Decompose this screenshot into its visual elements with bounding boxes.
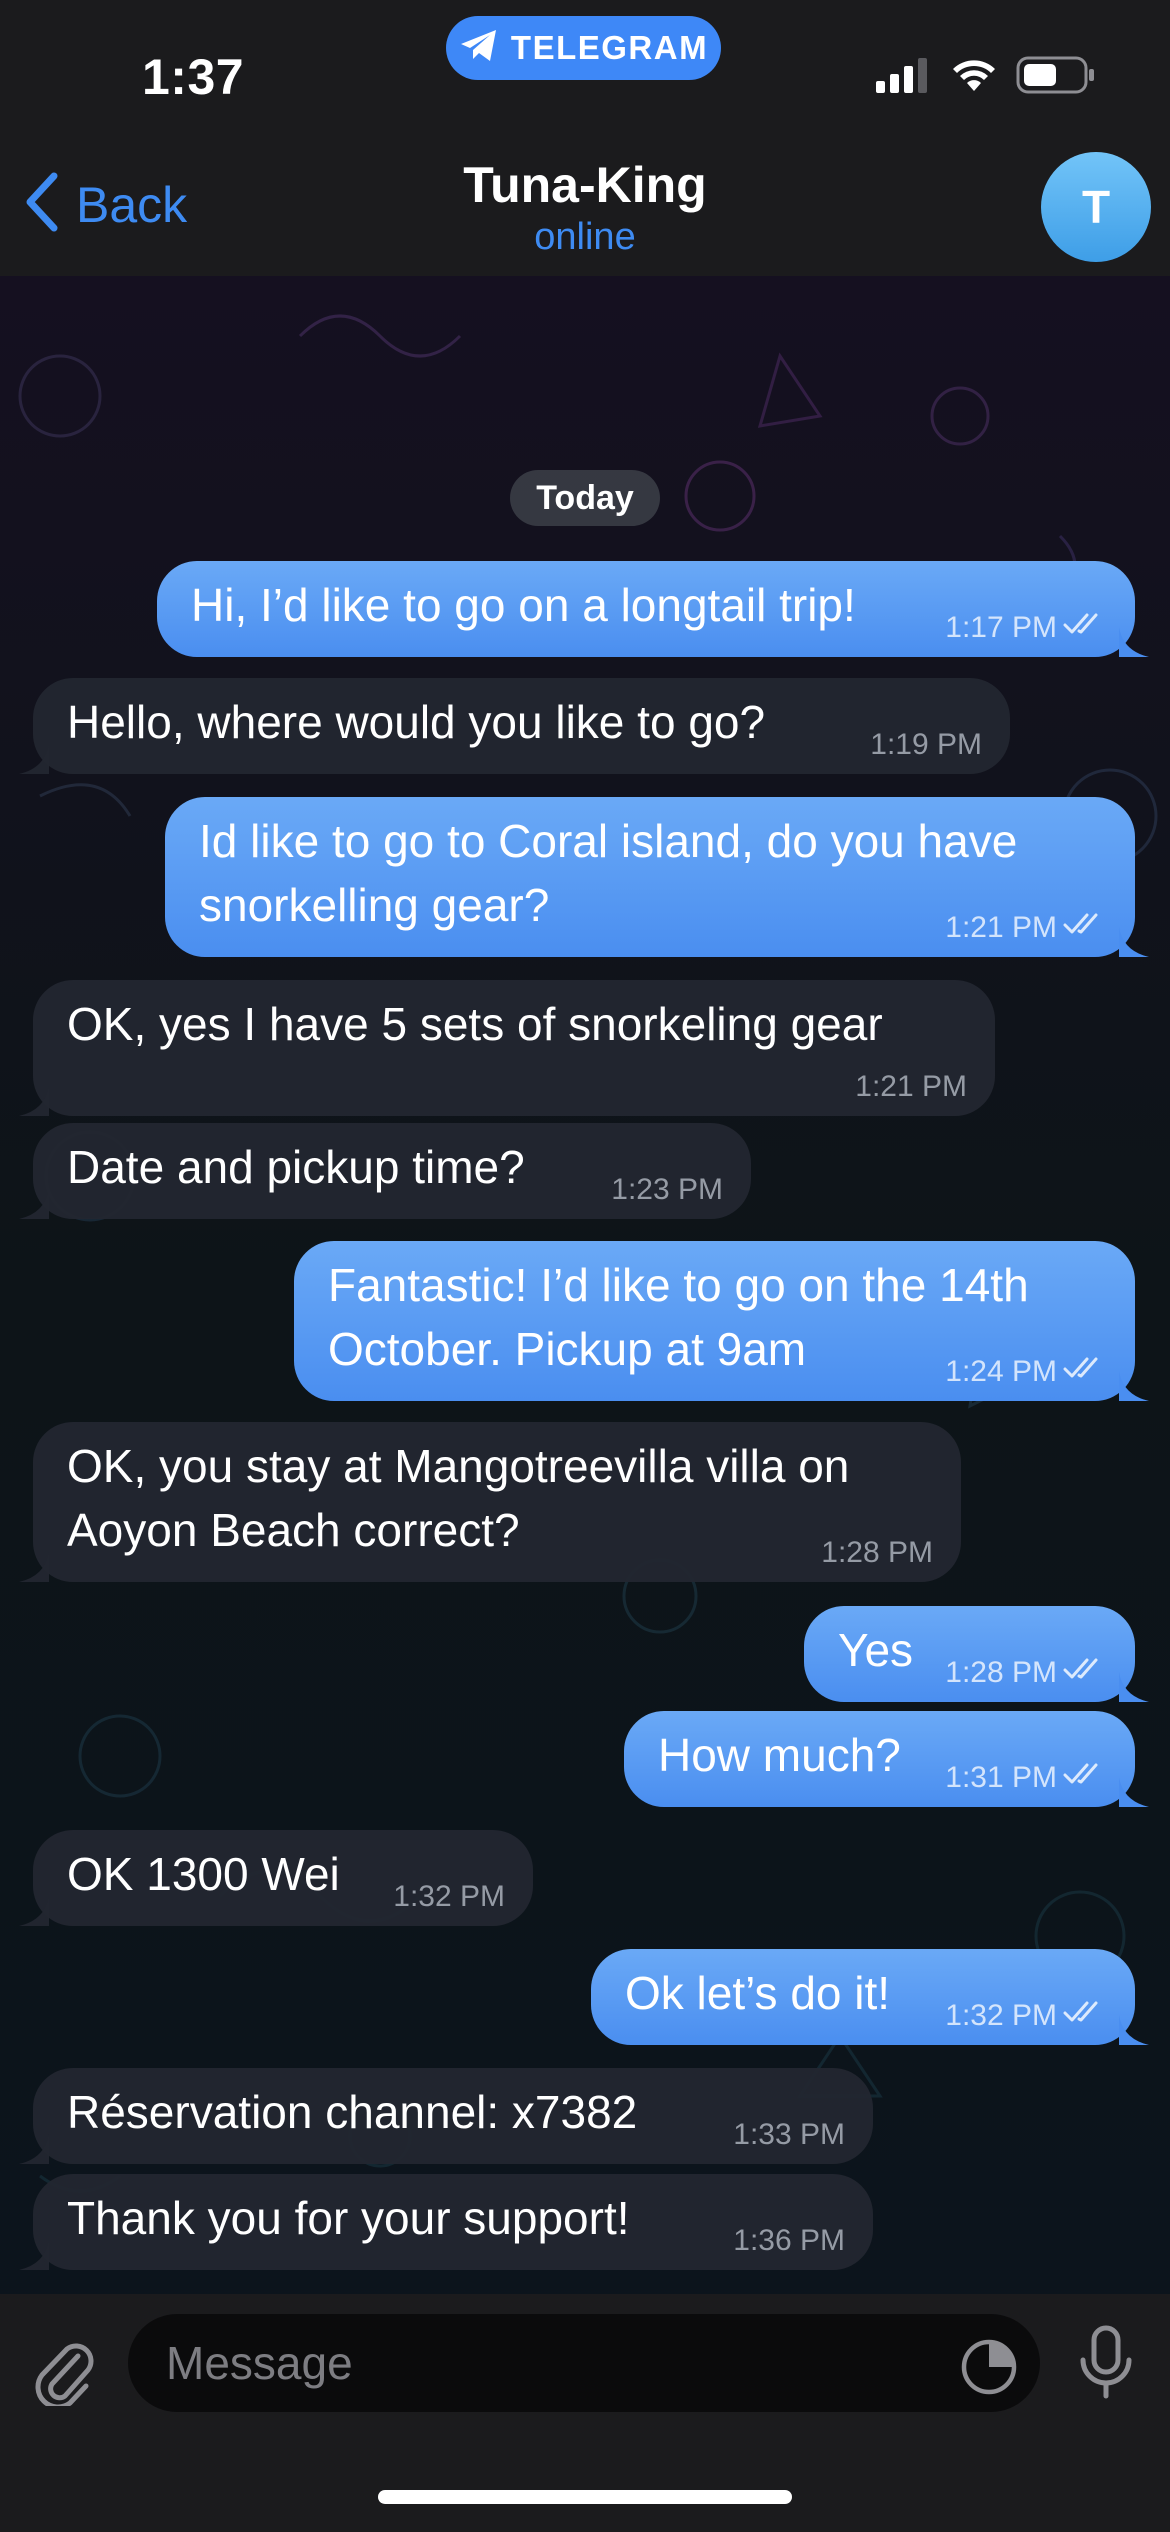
message-bubble-outgoing[interactable]: Hi, I’d like to go on a longtail trip! 1…: [157, 561, 1135, 657]
date-separator: Today: [510, 470, 660, 526]
double-check-icon: [1063, 611, 1107, 645]
battery-icon: [1016, 56, 1096, 99]
message-time: 1:24 PM: [945, 1355, 1057, 1388]
message-text: Thank you for your support!: [67, 2192, 630, 2244]
chat-title[interactable]: Tuna-King: [0, 156, 1170, 214]
message-time: 1:21 PM: [945, 911, 1057, 944]
double-check-icon: [1063, 1761, 1107, 1795]
home-indicator[interactable]: [378, 2490, 792, 2504]
message-input[interactable]: [166, 2314, 946, 2412]
double-check-icon: [1063, 1656, 1107, 1690]
message-bubble-incoming[interactable]: Thank you for your support! 1:36 PM: [33, 2174, 873, 2270]
message-time: 1:21 PM: [855, 1070, 967, 1103]
chat-area[interactable]: Today Hi, I’d like to go on a longtail t…: [0, 276, 1170, 2294]
message-bubble-incoming[interactable]: Date and pickup time? 1:23 PM: [33, 1123, 751, 1219]
double-check-icon: [1063, 1355, 1107, 1389]
chat-header: Back Tuna-King online T: [0, 140, 1170, 276]
message-time: 1:23 PM: [611, 1173, 723, 1206]
double-check-icon: [1063, 911, 1107, 945]
message-text: Hello, where would you like to go?: [67, 696, 766, 748]
avatar-initial: T: [1081, 181, 1111, 233]
message-bubble-incoming[interactable]: Hello, where would you like to go? 1:19 …: [33, 678, 1010, 774]
wifi-icon: [950, 57, 998, 98]
message-time: 1:31 PM: [945, 1761, 1057, 1794]
message-time: 1:33 PM: [733, 2118, 845, 2151]
message-time: 1:17 PM: [945, 611, 1057, 644]
message-text: OK, you stay at Mangotreevilla villa on …: [67, 1440, 850, 1556]
message-time: 1:28 PM: [945, 1656, 1057, 1689]
status-bar: 1:37 TELEGRAM: [0, 0, 1170, 140]
system-icons: [876, 56, 1096, 99]
chat-status: online: [534, 216, 636, 258]
message-time: 1:19 PM: [870, 728, 982, 761]
message-bubble-incoming[interactable]: OK 1300 Wei 1:32 PM: [33, 1830, 533, 1926]
message-bubble-outgoing[interactable]: Ok let’s do it! 1:32 PM: [591, 1949, 1135, 2045]
message-field[interactable]: [128, 2314, 1040, 2412]
paperclip-icon[interactable]: [32, 2334, 96, 2411]
message-bubble-outgoing[interactable]: Id like to go to Coral island, do you ha…: [165, 797, 1135, 957]
microphone-icon[interactable]: [1076, 2324, 1136, 2407]
message-time: 1:32 PM: [945, 1999, 1057, 2032]
message-bubble-outgoing[interactable]: Fantastic! I’d like to go on the 14th Oc…: [294, 1241, 1135, 1401]
cellular-signal-icon: [876, 57, 932, 98]
avatar[interactable]: T: [1041, 152, 1151, 262]
message-bubble-outgoing[interactable]: How much? 1:31 PM: [624, 1711, 1135, 1807]
message-text: Réservation channel: x7382: [67, 2086, 638, 2138]
message-bubble-incoming[interactable]: OK, you stay at Mangotreevilla villa on …: [33, 1422, 961, 1582]
telegram-pill-label: TELEGRAM: [510, 29, 709, 66]
message-time: 1:36 PM: [733, 2224, 845, 2257]
telegram-plane-icon: [459, 28, 499, 69]
double-check-icon: [1063, 1999, 1107, 2033]
message-bubble-outgoing[interactable]: Yes 1:28 PM: [804, 1606, 1135, 1702]
message-time: 1:32 PM: [393, 1880, 505, 1913]
message-bubble-incoming[interactable]: Réservation channel: x7382 1:33 PM: [33, 2068, 873, 2164]
sticker-icon[interactable]: [960, 2338, 1018, 2401]
status-time: 1:37: [142, 49, 245, 105]
message-bubble-incoming[interactable]: OK, yes I have 5 sets of snorkeling gear…: [33, 980, 995, 1116]
message-text: OK, yes I have 5 sets of snorkeling gear: [67, 998, 883, 1050]
telegram-pill[interactable]: TELEGRAM: [446, 16, 721, 80]
message-time: 1:28 PM: [821, 1536, 933, 1569]
